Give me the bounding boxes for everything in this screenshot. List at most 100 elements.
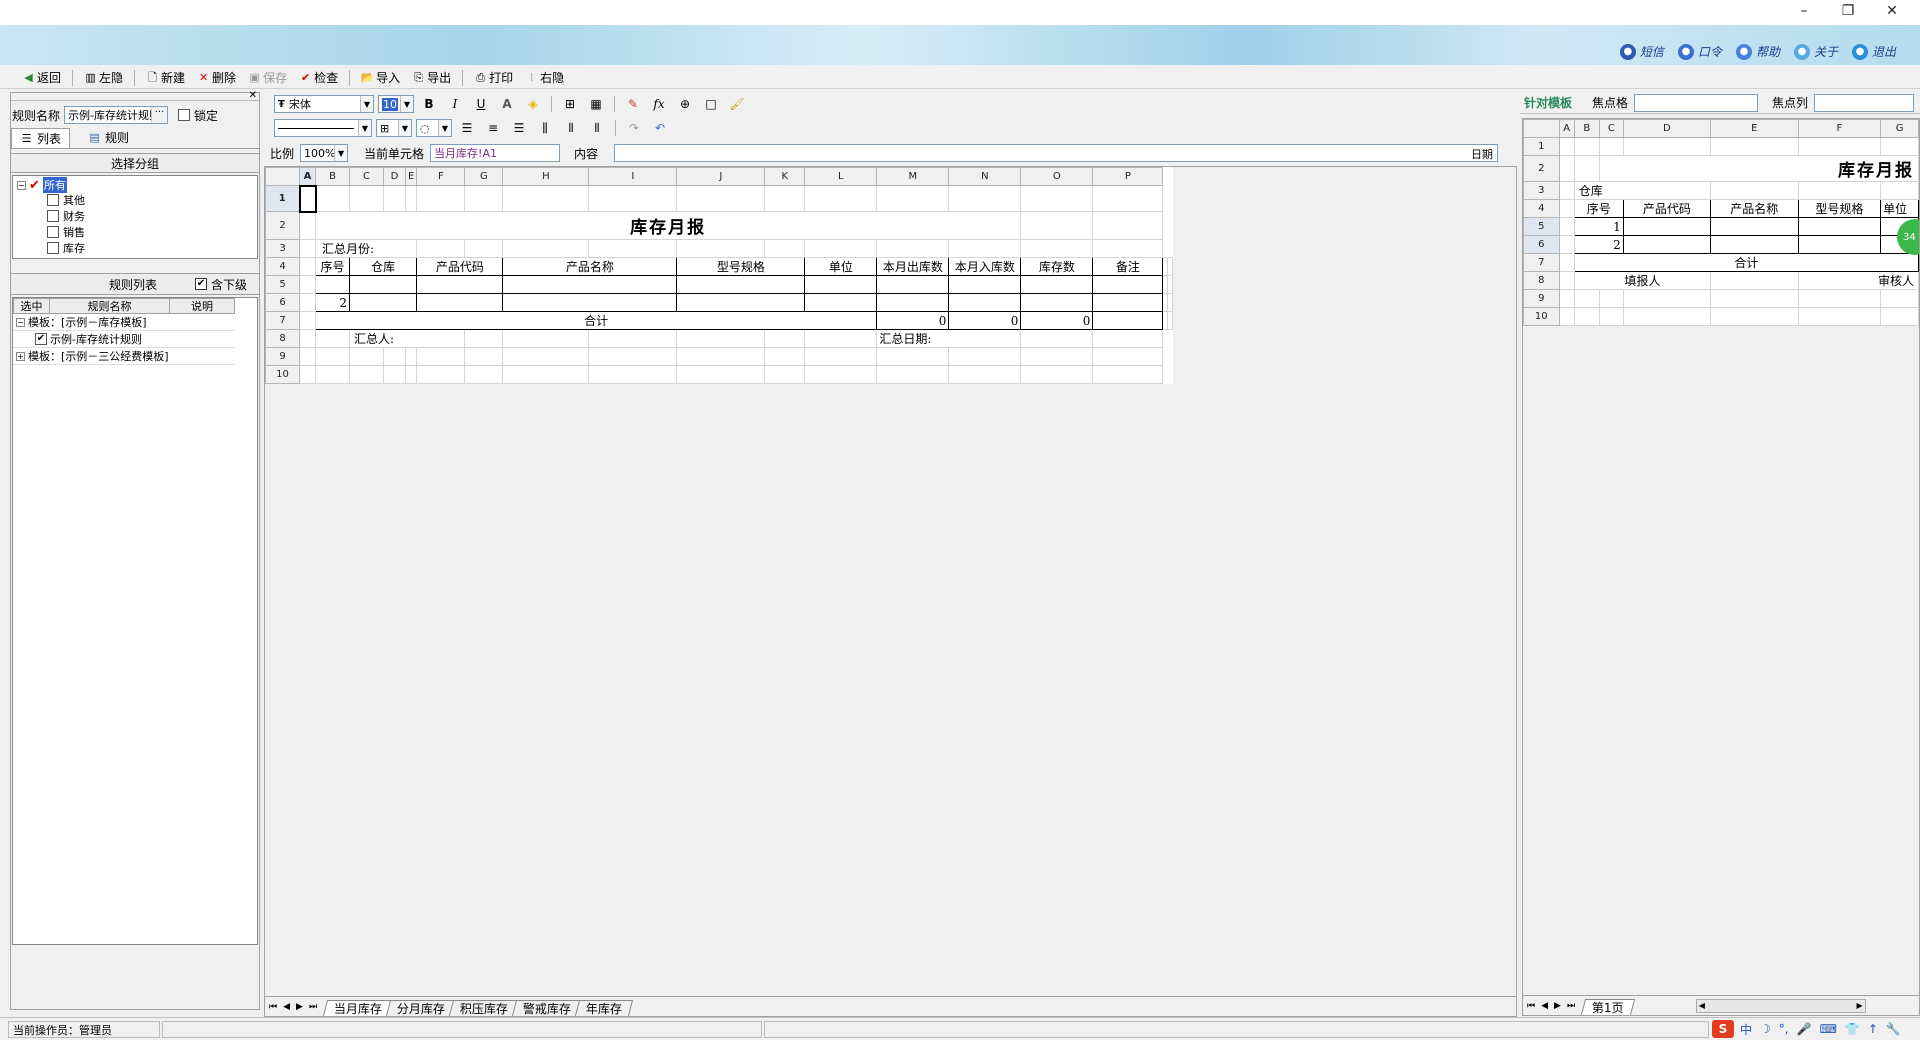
- cell[interactable]: [676, 365, 766, 384]
- cell[interactable]: [464, 329, 504, 348]
- cell[interactable]: [404, 347, 418, 366]
- cell[interactable]: [502, 185, 590, 212]
- font-select[interactable]: Ŧ 宋体 ▼: [274, 95, 374, 113]
- cell[interactable]: [502, 365, 590, 384]
- cell[interactable]: [383, 185, 406, 212]
- active-cell[interactable]: [298, 184, 317, 213]
- column-header[interactable]: I: [588, 167, 678, 186]
- cell[interactable]: [804, 365, 878, 384]
- column-header[interactable]: D: [383, 167, 406, 186]
- cell[interactable]: [1092, 329, 1164, 348]
- clear-format-icon[interactable]: ✎: [622, 94, 644, 114]
- row-header[interactable]: 4: [265, 257, 300, 276]
- template-header-cell[interactable]: 单位: [1880, 199, 1919, 218]
- table-header-cell[interactable]: 序号: [315, 257, 350, 276]
- italic-button[interactable]: I: [444, 94, 466, 114]
- col-description[interactable]: 说明: [170, 298, 234, 314]
- tree-item[interactable]: 其他: [17, 192, 253, 208]
- ellipsis-button[interactable]: ···: [151, 107, 168, 123]
- row-header[interactable]: 5: [1523, 217, 1560, 236]
- cell[interactable]: [502, 329, 590, 348]
- tree-item-checkbox[interactable]: [47, 194, 59, 206]
- cell[interactable]: [416, 347, 466, 366]
- template-seq-cell[interactable]: 2: [1573, 235, 1624, 254]
- banner-link-4[interactable]: ● 退出: [1851, 43, 1896, 60]
- tree-item[interactable]: 库存: [17, 240, 253, 256]
- cell[interactable]: [1558, 137, 1575, 156]
- cell[interactable]: [676, 347, 766, 366]
- template-header-cell[interactable]: 型号规格: [1797, 199, 1882, 218]
- column-header[interactable]: A: [1558, 119, 1575, 138]
- table-header-cell[interactable]: 产品名称: [502, 257, 678, 276]
- total-stock[interactable]: 0: [1020, 311, 1094, 330]
- minimize-button[interactable]: –: [1782, 0, 1826, 22]
- row-header[interactable]: 1: [1523, 137, 1560, 156]
- ime-icon[interactable]: ↑: [1868, 1022, 1878, 1036]
- brush-icon[interactable]: 🖌: [726, 94, 748, 114]
- tree-item-checkbox[interactable]: [47, 242, 59, 254]
- function-icon[interactable]: fx: [648, 94, 670, 114]
- row-header[interactable]: 3: [1523, 181, 1560, 200]
- page-tab[interactable]: 第1页: [1580, 998, 1635, 1015]
- cell[interactable]: [1710, 289, 1799, 308]
- table-cell[interactable]: [804, 275, 878, 294]
- new-button[interactable]: 🗋 新建: [142, 68, 189, 88]
- cell[interactable]: [464, 239, 504, 258]
- row-height-icon[interactable]: ⦀: [586, 118, 608, 138]
- banner-link-0[interactable]: ● 短信: [1619, 43, 1664, 60]
- table-cell[interactable]: [1020, 293, 1094, 312]
- redo-icon[interactable]: ↷: [623, 118, 645, 138]
- prev-sheet-icon[interactable]: ◀: [283, 1002, 290, 1012]
- row-header[interactable]: 6: [265, 293, 300, 312]
- table-cell[interactable]: [948, 293, 1022, 312]
- back-button[interactable]: ◀ 返回: [18, 68, 65, 88]
- summarizer-label[interactable]: 汇总人:: [348, 329, 466, 348]
- template-header-cell[interactable]: 序号: [1573, 199, 1624, 218]
- column-header[interactable]: P: [1092, 167, 1164, 186]
- total-in[interactable]: 0: [948, 311, 1022, 330]
- column-width-icon[interactable]: ⫴: [560, 118, 582, 138]
- table-cell[interactable]: [876, 293, 950, 312]
- cell[interactable]: [1558, 235, 1575, 254]
- cell[interactable]: [1797, 289, 1882, 308]
- cell[interactable]: [416, 365, 466, 384]
- cell[interactable]: [299, 211, 316, 240]
- cell[interactable]: [1020, 211, 1094, 240]
- cell[interactable]: [1020, 329, 1094, 348]
- cell[interactable]: [502, 239, 590, 258]
- column-header[interactable]: L: [804, 167, 878, 186]
- table-cell[interactable]: [804, 293, 878, 312]
- underline-button[interactable]: U: [470, 94, 492, 114]
- ime-icon[interactable]: 👕: [1845, 1022, 1860, 1036]
- save-button[interactable]: ▣ 保存: [244, 68, 291, 88]
- cell[interactable]: [588, 185, 678, 212]
- row-header[interactable]: 9: [265, 347, 300, 366]
- cell[interactable]: [764, 185, 806, 212]
- export-button[interactable]: ⎘ 导出: [408, 68, 455, 88]
- tree-root[interactable]: − ✔ 所有: [17, 177, 253, 193]
- table-cell[interactable]: [315, 275, 350, 294]
- rule-grid-row[interactable]: − 模板：[示例－库存模板]: [13, 314, 235, 331]
- banner-link-1[interactable]: ● 口令: [1677, 43, 1722, 60]
- banner-link-3[interactable]: ● 关于: [1793, 43, 1838, 60]
- ime-icon[interactable]: °,: [1779, 1022, 1789, 1036]
- table-cell[interactable]: [676, 293, 806, 312]
- template-cell[interactable]: [1710, 235, 1799, 254]
- cell[interactable]: [1622, 137, 1712, 156]
- column-header[interactable]: O: [1020, 167, 1094, 186]
- cell[interactable]: [299, 257, 316, 276]
- cell[interactable]: [1880, 307, 1919, 326]
- rule-name-field[interactable]: 示例-库存统计规则 ···: [64, 106, 169, 124]
- table-header-cell[interactable]: 仓库: [348, 257, 418, 276]
- row-header[interactable]: 7: [1523, 253, 1560, 272]
- cell[interactable]: [502, 347, 590, 366]
- cell[interactable]: [1558, 253, 1575, 272]
- cell[interactable]: [764, 239, 806, 258]
- table-header-cell[interactable]: 型号规格: [676, 257, 806, 276]
- cell[interactable]: [383, 365, 406, 384]
- table-header-cell[interactable]: 本月入库数: [948, 257, 1022, 276]
- align-right-icon[interactable]: ☰: [508, 118, 530, 138]
- cell[interactable]: [1167, 293, 1174, 312]
- cell[interactable]: [1622, 307, 1712, 326]
- table-header-cell[interactable]: 单位: [804, 257, 878, 276]
